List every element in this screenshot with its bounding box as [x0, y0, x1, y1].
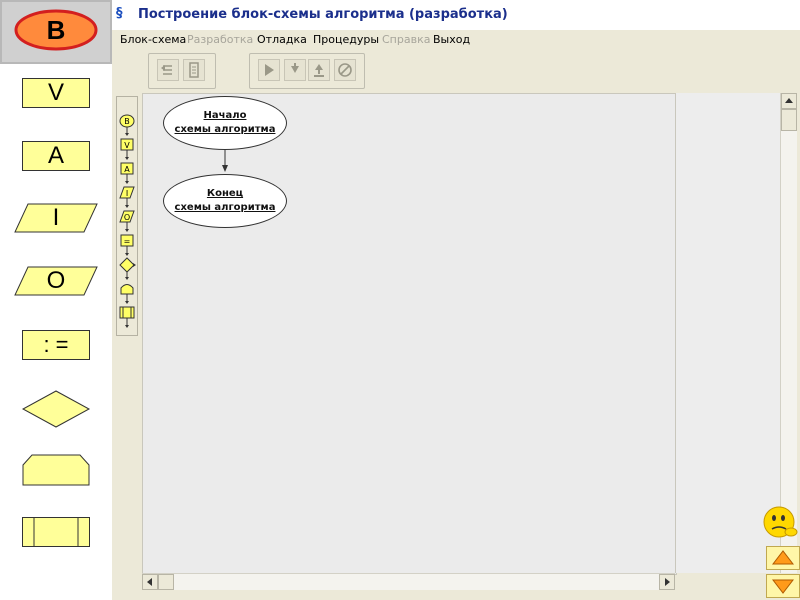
palette-assign-label: =: [124, 237, 131, 246]
horizontal-scroll-thumb[interactable]: [158, 574, 174, 590]
nav-up-button[interactable]: [766, 546, 800, 570]
legend-assign-shape[interactable]: : =: [22, 330, 90, 360]
menu-item-procedures[interactable]: Процедуры: [313, 33, 379, 46]
menu-item-development: Разработка: [187, 33, 254, 46]
horizontal-scrollbar[interactable]: [142, 573, 675, 590]
flowchart-connector-arrow: [222, 150, 228, 172]
title-bar: § Построение блок-схемы алгоритма (разра…: [112, 0, 800, 31]
app-window: § Построение блок-схемы алгоритма (разра…: [112, 0, 800, 600]
build-button[interactable]: [183, 59, 205, 81]
menu-item-help: Справка: [382, 33, 431, 46]
run-button[interactable]: [258, 59, 280, 81]
legend-output-shape[interactable]: A: [22, 141, 90, 171]
palette-procedure-button[interactable]: [118, 305, 136, 329]
arrow-down-icon: [771, 579, 795, 594]
palette-output-button[interactable]: A: [118, 161, 136, 185]
step-into-button[interactable]: [284, 59, 306, 81]
legend-begin-shape[interactable]: В: [14, 8, 98, 52]
stop-button[interactable]: [334, 59, 356, 81]
end-node-line2: схемы алгоритма: [174, 202, 276, 213]
legend-loop-shape[interactable]: [22, 454, 90, 486]
toolbar-group-run: [249, 53, 365, 89]
start-node-line1: Начало: [203, 110, 247, 121]
palette-loop-button[interactable]: [118, 281, 136, 305]
step-back-icon: [161, 65, 172, 75]
flowchart-start-node[interactable]: Начало схемы алгоритма: [163, 96, 287, 150]
scroll-right-icon: [665, 578, 670, 586]
start-node-line2: схемы алгоритма: [174, 124, 276, 135]
toolbar-group-edit: [148, 53, 216, 89]
legend-condition-shape[interactable]: [21, 390, 91, 428]
menu-item-block-scheme[interactable]: Блок-схема: [120, 33, 186, 46]
palette-begin-label: В: [124, 117, 130, 126]
shape-palette: В V A I O =: [116, 96, 138, 336]
arrow-up-icon: [771, 550, 795, 565]
window-title: Построение блок-схемы алгоритма (разрабо…: [138, 7, 508, 22]
flowchart-end-node[interactable]: Конец схемы алгоритма: [163, 174, 287, 228]
vertical-scrollbar[interactable]: [780, 93, 797, 573]
step-over-button[interactable]: [308, 59, 330, 81]
palette-begin-button[interactable]: В: [118, 113, 136, 137]
palette-output-label: A: [124, 165, 130, 174]
menu-item-exit[interactable]: Выход: [433, 33, 470, 46]
nav-down-button[interactable]: [766, 574, 800, 598]
palette-write-label: O: [124, 213, 130, 222]
step-into-icon: [291, 63, 299, 73]
menu-bar: Блок-схема Разработка Отладка Процедуры …: [112, 30, 800, 50]
end-node-line1: Конец: [206, 188, 244, 199]
stop-icon: [338, 63, 352, 77]
palette-condition-button[interactable]: [118, 257, 136, 281]
step-back-button[interactable]: [157, 59, 179, 81]
toolbar: [112, 50, 800, 90]
flowchart-canvas[interactable]: Начало схемы алгоритма Конец схемы алгор…: [142, 93, 677, 575]
scroll-left-button[interactable]: [142, 574, 158, 590]
palette-input-button[interactable]: V: [118, 137, 136, 161]
palette-read-label: I: [126, 189, 128, 198]
thinking-smiley-icon: [762, 502, 800, 542]
vertical-scroll-thumb[interactable]: [781, 109, 797, 131]
menu-item-debug[interactable]: Отладка: [257, 33, 307, 46]
palette-assign-button[interactable]: =: [118, 233, 136, 257]
scroll-left-icon: [147, 578, 152, 586]
palette-input-label: V: [124, 141, 130, 150]
scroll-up-button[interactable]: [781, 93, 797, 109]
step-over-icon: [314, 64, 324, 77]
legend-input-shape[interactable]: V: [22, 78, 90, 108]
legend-procedure-shape[interactable]: [22, 517, 90, 547]
legend-write-shape[interactable]: O: [14, 266, 98, 296]
scroll-up-icon: [785, 98, 793, 103]
palette-read-button[interactable]: I: [118, 185, 136, 209]
properties-panel: [675, 93, 782, 573]
scroll-right-button[interactable]: [659, 574, 675, 590]
build-icon: [189, 62, 199, 78]
run-icon: [265, 64, 274, 76]
app-icon: §: [116, 6, 123, 21]
legend-read-shape[interactable]: I: [14, 203, 98, 233]
palette-write-button[interactable]: O: [118, 209, 136, 233]
